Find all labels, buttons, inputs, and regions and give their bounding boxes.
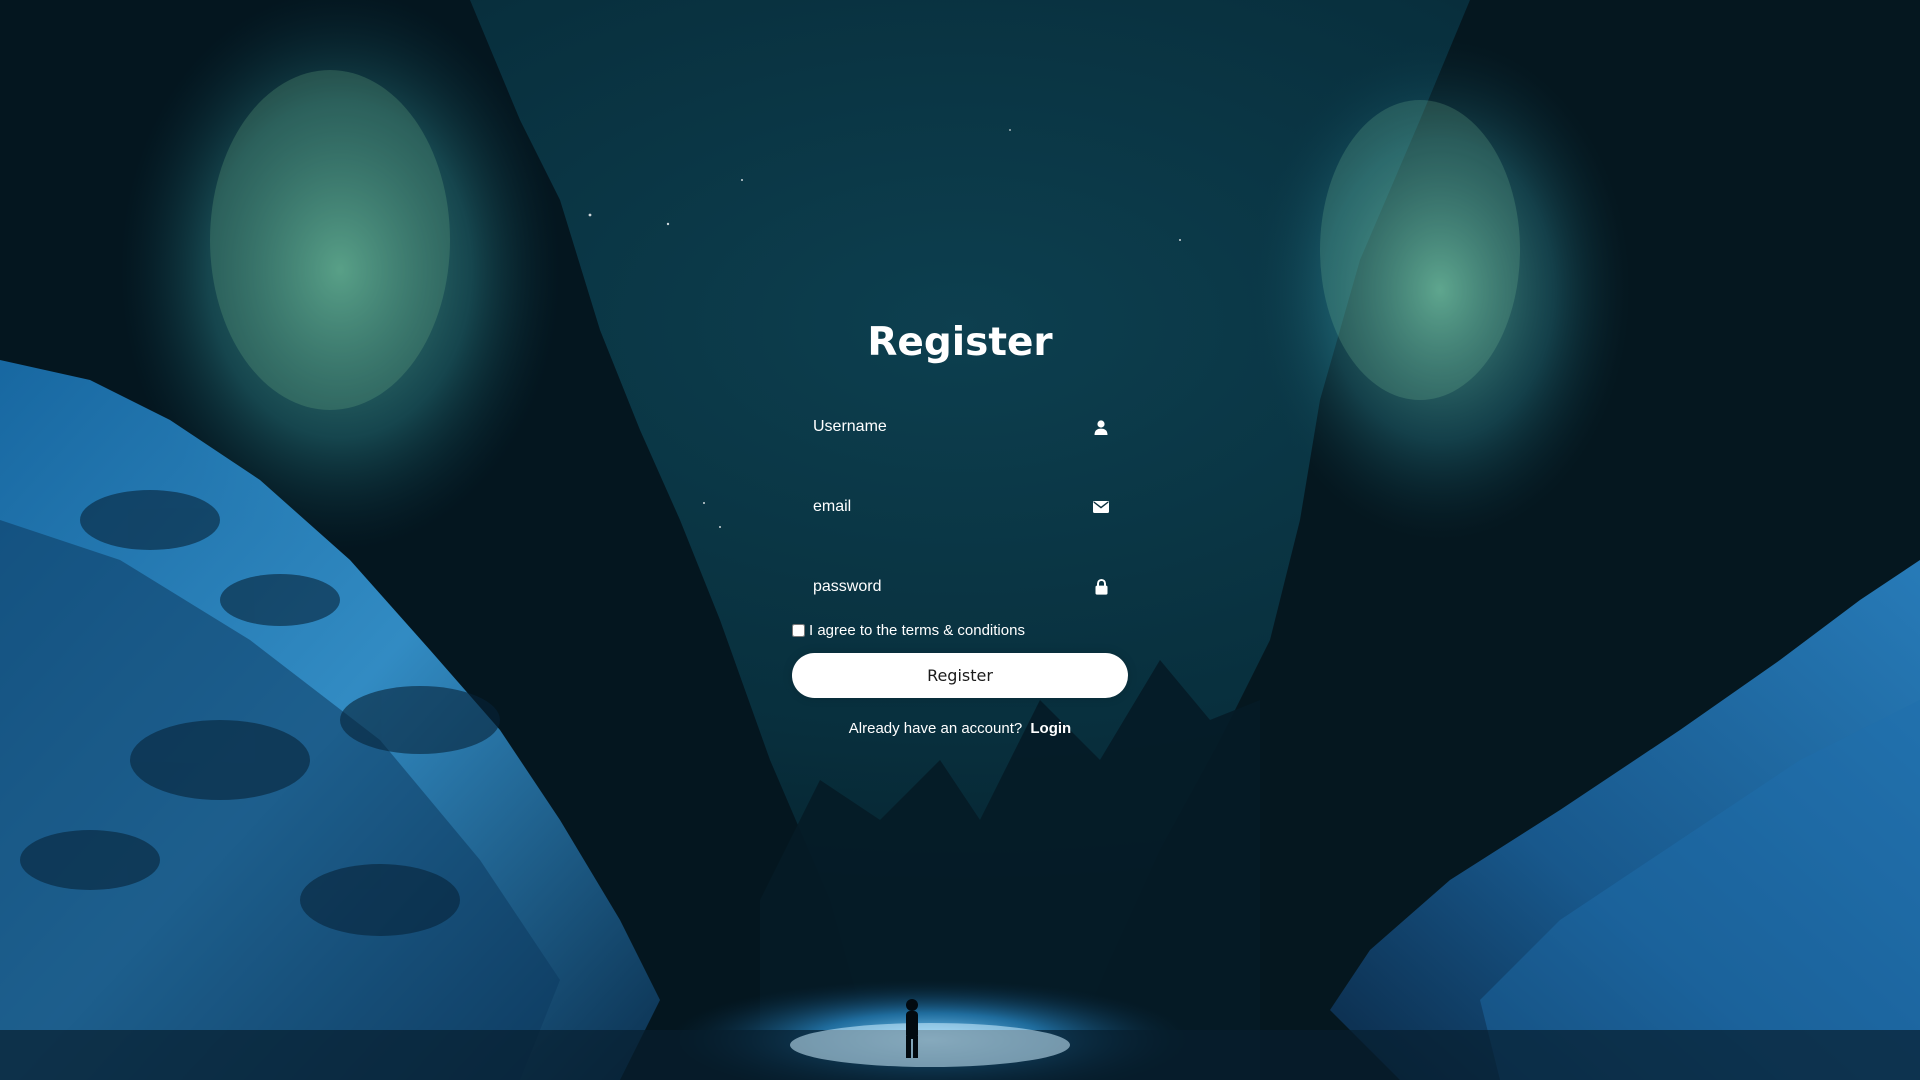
register-form: Register Username email I agree to the t…	[792, 300, 1128, 737]
login-link[interactable]: Login	[1030, 720, 1071, 737]
user-icon	[1093, 419, 1109, 435]
envelope-icon	[1093, 499, 1109, 515]
password-input[interactable]	[792, 562, 1128, 612]
terms-label: I agree to the terms & conditions	[809, 621, 1025, 639]
form-fields	[792, 402, 1128, 612]
register-button[interactable]: Register	[792, 653, 1128, 698]
email-field	[792, 482, 1128, 532]
username-field	[792, 402, 1128, 452]
login-prompt-text: Already have an account?	[848, 720, 1023, 737]
password-field	[792, 562, 1128, 612]
page-title: Register	[867, 320, 1053, 365]
terms-checkbox[interactable]	[792, 623, 805, 637]
login-prompt-row: Already have an account? Login	[792, 720, 1128, 737]
email-input[interactable]	[792, 482, 1128, 532]
lock-icon	[1093, 579, 1109, 595]
terms-row[interactable]: I agree to the terms & conditions	[792, 621, 1128, 639]
username-input[interactable]	[792, 402, 1128, 452]
